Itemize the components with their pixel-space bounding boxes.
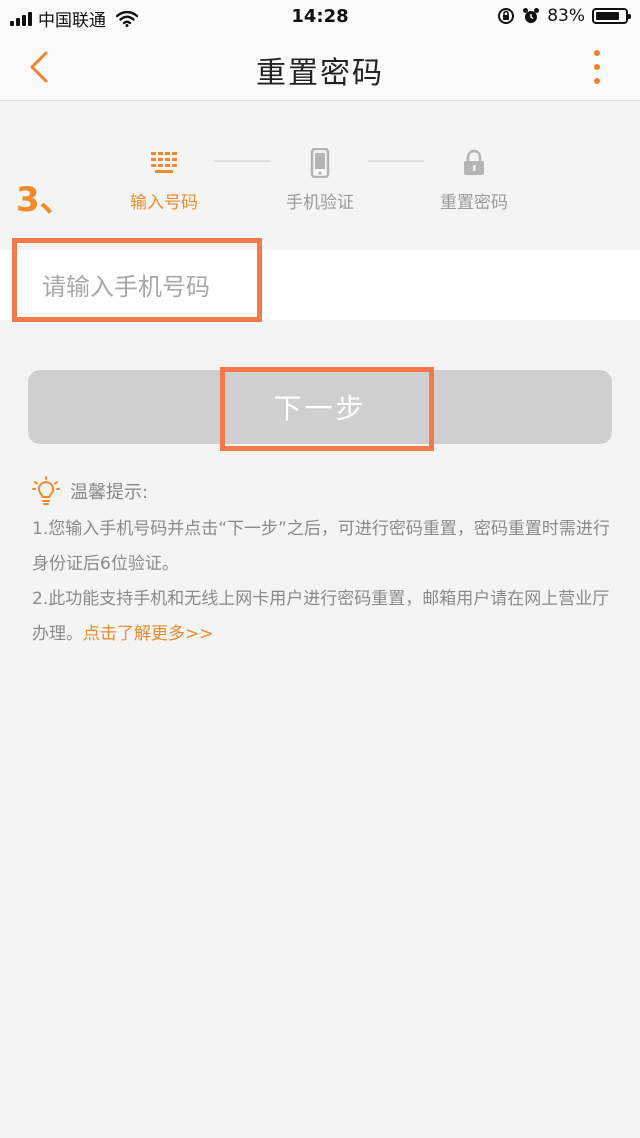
step-label: 手机验证 <box>286 193 354 213</box>
battery-icon <box>592 8 631 24</box>
highlight-box-button <box>220 367 434 451</box>
keypad-icon <box>151 152 177 173</box>
tips-header: 温馨提示: <box>32 476 148 506</box>
status-bar: 中国联通 14:28 83% <box>0 0 640 34</box>
tip-item: 2.此功能支持手机和无线上网卡用户进行密码重置，邮箱用户请在网上营业厅办理。点击… <box>32 582 612 652</box>
learn-more-link[interactable]: 点击了解更多>> <box>83 624 214 644</box>
step-phone-verify: 手机验证 <box>260 146 380 213</box>
tips-title: 温馨提示: <box>70 482 149 503</box>
step-input-number: 输入号码 <box>104 146 224 213</box>
phone-icon <box>310 148 330 178</box>
rotation-lock-icon <box>498 8 515 24</box>
page-title: 重置密码 <box>256 56 384 91</box>
step-label: 输入号码 <box>130 193 198 213</box>
tips-body: 1.您输入手机号码并点击“下一步”之后，可进行密码重置，密码重置时需进行身份证后… <box>32 512 612 652</box>
step-annotation: 3、 <box>16 180 74 220</box>
lightbulb-icon <box>32 476 60 505</box>
alarm-icon <box>523 8 540 23</box>
more-vertical-icon[interactable] <box>594 50 602 84</box>
battery-percent: 83% <box>547 6 585 26</box>
lock-icon <box>464 149 484 175</box>
step-label: 重置密码 <box>440 193 508 213</box>
step-reset-password: 重置密码 <box>414 146 534 213</box>
battery-fill <box>596 12 620 20</box>
highlight-box-input <box>12 238 262 322</box>
nav-bar: 重置密码 <box>0 34 640 101</box>
tip-item: 1.您输入手机号码并点击“下一步”之后，可进行密码重置，密码重置时需进行身份证后… <box>32 519 610 574</box>
status-right: 83% <box>497 6 631 26</box>
